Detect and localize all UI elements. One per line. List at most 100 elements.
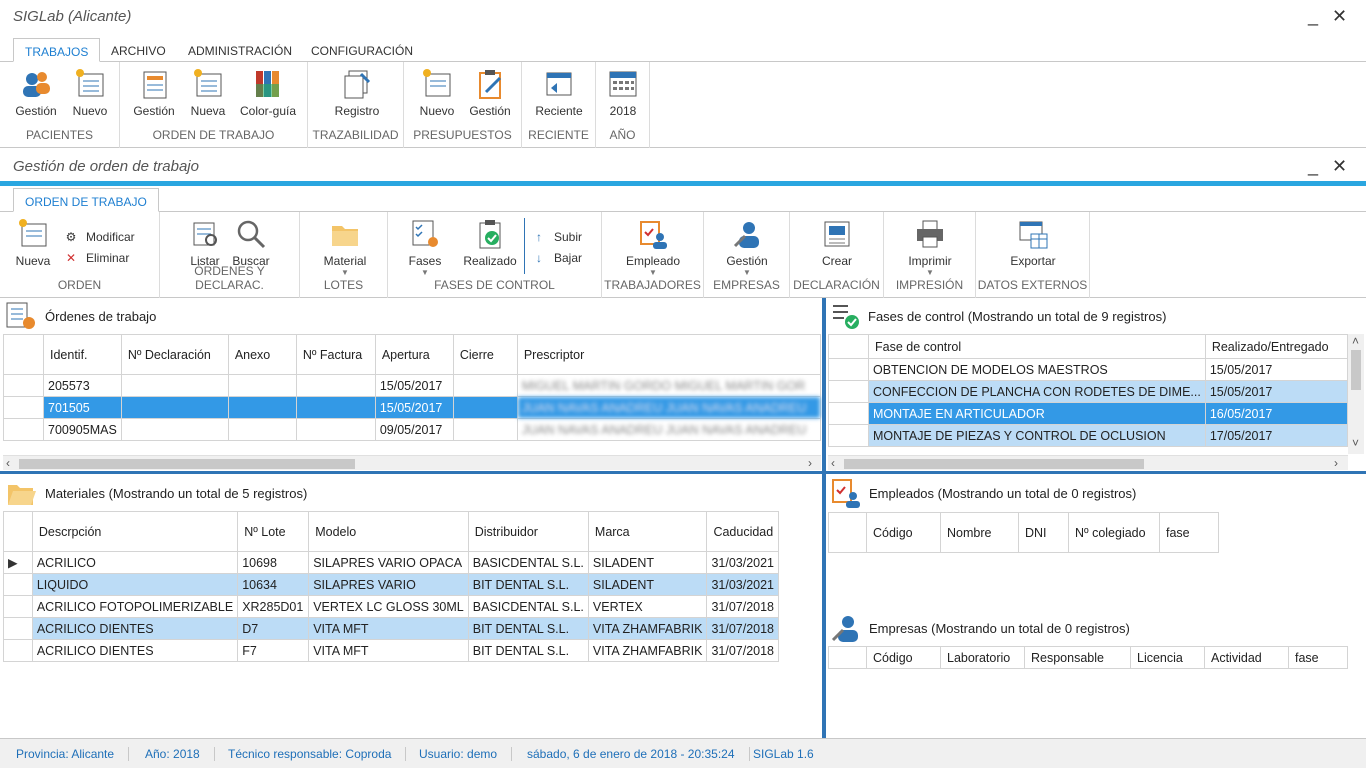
table-row[interactable]: ACRILICO DIENTES F7 VITA MFT BIT DENTAL S.L… — [3, 639, 779, 662]
cell-prescriptor[interactable]: MIGUEL MARTIN GORDO MIGUEL MARTIN GOR — [516, 374, 822, 397]
col-responsable[interactable]: Responsable — [1024, 646, 1131, 669]
fases-hscrollbar[interactable]: ‹ › — [828, 455, 1348, 470]
pacientes-nuevo-button[interactable]: Nuevo — [66, 68, 114, 118]
cell-distribuidor[interactable]: BIT DENTAL S.L. — [467, 639, 589, 662]
empleado-button[interactable]: Empleado ▼ — [624, 218, 682, 277]
cell-fase[interactable]: MONTAJE EN ARTICULADOR — [868, 402, 1206, 425]
chevron-left-icon[interactable]: ‹ — [6, 456, 10, 470]
col-anexo[interactable]: Anexo — [227, 334, 297, 375]
cell-fase[interactable]: MONTAJE DE PIEZAS Y CONTROL DE OCLUSION — [868, 424, 1206, 447]
cell-distribuidor[interactable]: BIT DENTAL S.L. — [467, 573, 589, 596]
right-horizontal-splitter[interactable] — [826, 471, 1366, 474]
tab-administracion[interactable]: ADMINISTRACIÓN — [177, 38, 303, 62]
col-distribuidor[interactable]: Distribuidor — [467, 511, 589, 552]
cell-descripcion[interactable]: LIQUIDO — [31, 573, 239, 596]
vertical-splitter[interactable] — [822, 298, 826, 738]
cell-caducidad[interactable]: 31/07/2018 — [706, 595, 779, 618]
col-fase[interactable]: Fase de control — [868, 334, 1206, 359]
col-caducidad[interactable]: Caducidad — [706, 511, 779, 552]
cell-marca[interactable]: SILADENT — [587, 551, 708, 574]
cell-identif[interactable]: 700905MAS — [43, 418, 122, 441]
col-colegiado[interactable]: Nº colegiado — [1068, 512, 1160, 553]
tab-archivo[interactable]: ARCHIVO — [100, 38, 177, 62]
cell-marca[interactable]: SILADENT — [587, 573, 708, 596]
sub-minimize-button[interactable]: _ — [1308, 156, 1318, 177]
ordenes-hscrollbar[interactable]: ‹ › — [3, 455, 821, 470]
cell-descripcion[interactable]: ACRILICO FOTOPOLIMERIZABLE — [31, 595, 239, 618]
cell-caducidad[interactable]: 31/03/2021 — [706, 573, 779, 596]
cell-modelo[interactable]: VITA MFT — [308, 639, 469, 662]
chevron-right-icon[interactable]: › — [1334, 456, 1338, 470]
cell-fecha[interactable]: 15/05/2017 — [1204, 358, 1348, 381]
sub-close-button[interactable]: ✕ — [1332, 156, 1347, 177]
col-prescriptor[interactable]: Prescriptor — [516, 334, 822, 375]
buscar-button[interactable]: Buscar — [228, 218, 274, 268]
cell-fecha[interactable]: 15/05/2017 — [1204, 380, 1348, 403]
listar-button[interactable]: Listar — [182, 218, 228, 268]
anio-button[interactable]: 2018 — [604, 68, 642, 118]
cell-lote[interactable]: 10634 — [237, 573, 310, 596]
chevron-right-icon[interactable]: › — [808, 456, 812, 470]
close-button[interactable]: ✕ — [1332, 6, 1347, 27]
col-apertura[interactable]: Apertura — [374, 334, 454, 375]
col-descripcion[interactable]: Descrpción — [31, 511, 239, 552]
cell-lote[interactable]: XR285D01 — [237, 595, 310, 618]
cell-lote[interactable]: D7 — [237, 617, 310, 640]
exportar-button[interactable]: Exportar — [1006, 218, 1060, 268]
cell-modelo[interactable]: SILAPRES VARIO OPACA — [308, 551, 469, 574]
table-row[interactable]: ACRILICO DIENTES D7 VITA MFT BIT DENTAL S.L… — [3, 617, 779, 640]
realizado-button[interactable]: Realizado — [460, 218, 520, 268]
col-fase[interactable]: fase — [1159, 512, 1219, 553]
cell-identif[interactable]: 205573 — [43, 374, 122, 397]
chevron-left-icon[interactable]: ‹ — [831, 456, 835, 470]
col-actividad[interactable]: Actividad — [1204, 646, 1289, 669]
tab-trabajos[interactable]: TRABAJOS — [13, 38, 101, 62]
cell-descripcion[interactable]: ACRILICO DIENTES — [31, 639, 239, 662]
registro-button[interactable]: Registro — [332, 68, 382, 118]
table-row[interactable]: MONTAJE DE PIEZAS Y CONTROL DE OCLUSION 1… — [828, 424, 1348, 447]
scroll-thumb[interactable] — [1351, 350, 1361, 390]
cell-apertura[interactable]: 15/05/2017 — [374, 396, 454, 419]
table-row[interactable]: 205573 15/05/2017 MIGUEL MARTIN GORDO MIGU… — [3, 374, 822, 397]
tab-configuracion[interactable]: CONFIGURACIÓN — [300, 38, 424, 62]
eliminar-button[interactable]: ✕ Eliminar — [64, 251, 129, 265]
col-codigo[interactable]: Código — [866, 646, 941, 669]
col-factura[interactable]: Nº Factura — [295, 334, 376, 375]
col-laboratorio[interactable]: Laboratorio — [940, 646, 1025, 669]
col-realizado[interactable]: Realizado/Entregado — [1204, 334, 1348, 359]
cell-distribuidor[interactable]: BASICDENTAL S.L. — [467, 551, 589, 574]
col-fase[interactable]: fase — [1288, 646, 1348, 669]
modificar-button[interactable]: ⚙ Modificar — [64, 230, 135, 244]
cell-descripcion[interactable]: ACRILICO — [31, 551, 239, 574]
table-row[interactable]: 700905MAS 09/05/2017 JUAN NAVAS ANADREU JU… — [3, 418, 822, 441]
cell-identif[interactable]: 701505 — [43, 396, 122, 419]
table-row[interactable]: OBTENCION DE MODELOS MAESTROS 15/05/2017 — [828, 358, 1348, 381]
table-row[interactable]: LIQUIDO 10634 SILAPRES VARIO BIT DENTAL S.L… — [3, 573, 779, 596]
empresas-gestion-button[interactable]: Gestión ▼ — [722, 218, 772, 277]
presupuesto-nuevo-button[interactable]: Nuevo — [414, 68, 460, 118]
minimize-button[interactable]: _ — [1308, 6, 1318, 27]
table-row[interactable]: CONFECCION DE PLANCHA CON RODETES DE DIM… — [828, 380, 1348, 403]
cell-modelo[interactable]: VERTEX LC GLOSS 30ML — [308, 595, 469, 618]
chevron-up-icon[interactable]: ˄ — [1352, 334, 1359, 348]
col-dni[interactable]: DNI — [1018, 512, 1069, 553]
col-lote[interactable]: Nº Lote — [237, 511, 310, 552]
cell-prescriptor[interactable]: JUAN NAVAS ANADREU JUAN NAVAS ANADREU — [516, 396, 822, 419]
cell-distribuidor[interactable]: BASICDENTAL S.L. — [467, 595, 589, 618]
material-button[interactable]: Material ▼ — [320, 218, 370, 277]
col-cierre[interactable]: Cierre — [452, 334, 518, 375]
cell-marca[interactable]: VERTEX — [587, 595, 708, 618]
col-marca[interactable]: Marca — [587, 511, 708, 552]
reciente-button[interactable]: Reciente — [534, 68, 584, 118]
chevron-down-icon[interactable]: ˅ — [1352, 436, 1359, 450]
cell-fase[interactable]: OBTENCION DE MODELOS MAESTROS — [868, 358, 1206, 381]
cell-lote[interactable]: F7 — [237, 639, 310, 662]
fases-button[interactable]: Fases ▼ — [402, 218, 448, 277]
nueva-orden-button[interactable]: Nueva — [10, 218, 56, 268]
pacientes-gestion-button[interactable]: Gestión — [12, 68, 60, 118]
scroll-thumb[interactable] — [19, 459, 355, 469]
table-row[interactable]: ▶ MONTAJE EN ARTICULADOR 16/05/2017 — [828, 402, 1348, 425]
col-licencia[interactable]: Licencia — [1130, 646, 1205, 669]
cell-descripcion[interactable]: ACRILICO DIENTES — [31, 617, 239, 640]
crear-button[interactable]: Crear — [812, 218, 862, 268]
